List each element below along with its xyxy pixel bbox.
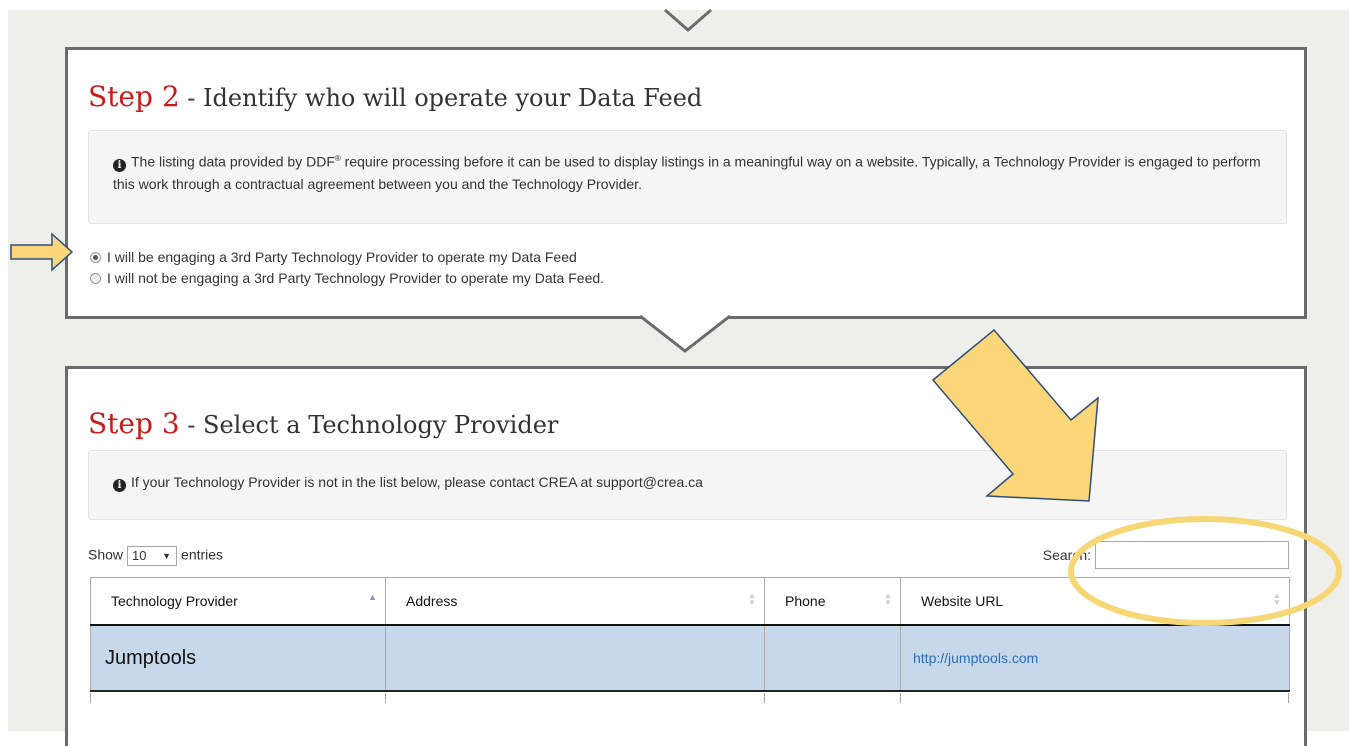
entries-select[interactable]: 10 ▼ [127, 546, 178, 566]
column-header-label: Website URL [921, 593, 1004, 609]
website-link[interactable]: http://jumptools.com [913, 650, 1038, 666]
provider-table: Technology Provider ▲ Address ▲ ▼ Phone ▲ ▼ W… [90, 577, 1290, 692]
option-not-engaging-provider[interactable]: I will not be engaging a 3rd Party Techn… [90, 270, 604, 286]
step-connector-chevron [640, 315, 730, 353]
sort-both-icon: ▲ ▼ [748, 591, 756, 607]
option-engaging-provider[interactable]: I will be engaging a 3rd Party Technolog… [90, 249, 577, 265]
cell-provider: Jumptools [90, 625, 386, 692]
search-control: Search: [1043, 541, 1289, 569]
search-label: Search: [1042, 547, 1091, 563]
entries-length-control: Show 10 ▼ entries [88, 546, 223, 566]
search-input[interactable] [1095, 541, 1289, 569]
column-header-label: Technology Provider [111, 593, 238, 609]
show-label: Show [88, 546, 124, 563]
chevron-down-icon: ▼ [162, 551, 172, 561]
step3-info-text: If your Technology Provider is not in th… [131, 474, 703, 490]
step3-title: - Select a Technology Provider [179, 411, 559, 439]
cell-phone [764, 625, 901, 692]
cell-address [385, 625, 765, 692]
table-header-row: Technology Provider ▲ Address ▲ ▼ Phone ▲ ▼ W… [90, 577, 1290, 626]
sort-both-icon: ▲ ▼ [1273, 591, 1281, 607]
info-icon: i [113, 158, 126, 172]
radio-button-selected[interactable] [90, 251, 101, 263]
step3-panel: Step 3 - Select a Technology Provider iI… [65, 366, 1307, 746]
step3-info-box: i If your Technology Provider is not in t… [88, 450, 1287, 520]
option-engaging-label: I will be engaging a 3rd Party Technolog… [107, 249, 577, 265]
table-row[interactable]: Jumptools http://jumptools.com [90, 625, 1290, 692]
step2-heading: Step 2 - Identify who will operate your … [88, 80, 702, 113]
step2-info-text-start: The listing data provided by DDF [131, 153, 335, 170]
column-header-label: Phone [785, 593, 826, 609]
step2-info-box: i The listing data provided by DDF® requi… [88, 130, 1287, 224]
step3-heading: Step 3 - Select a Technology Provider [88, 407, 558, 440]
step2-title: - Identify who will operate your Data Fe… [179, 84, 703, 112]
next-row-borders [90, 693, 1289, 703]
radio-button[interactable] [90, 272, 101, 284]
column-header-label: Address [406, 593, 458, 609]
sort-both-icon: ▲ ▼ [884, 591, 892, 607]
option-not-engaging-label: I will not be engaging a 3rd Party Techn… [107, 270, 605, 286]
entries-label: entries [181, 546, 224, 563]
chevron-down-icon [664, 8, 712, 32]
column-header-website-url[interactable]: Website URL ▲ ▼ [900, 577, 1290, 626]
info-icon: i [113, 479, 126, 492]
column-header-technology-provider[interactable]: Technology Provider ▲ [90, 577, 386, 626]
step2-number: Step 2 [88, 80, 180, 113]
sort-ascending-icon: ▲ [368, 592, 377, 602]
step2-panel: Step 2 - Identify who will operate your … [65, 47, 1307, 319]
step3-number: Step 3 [88, 407, 180, 440]
entries-select-value: 10 [132, 548, 147, 563]
column-header-phone[interactable]: Phone ▲ ▼ [764, 577, 901, 626]
column-header-address[interactable]: Address ▲ ▼ [385, 577, 765, 626]
table-controls: Show 10 ▼ entries Search: [88, 541, 1289, 571]
cell-website: http://jumptools.com [900, 625, 1290, 692]
